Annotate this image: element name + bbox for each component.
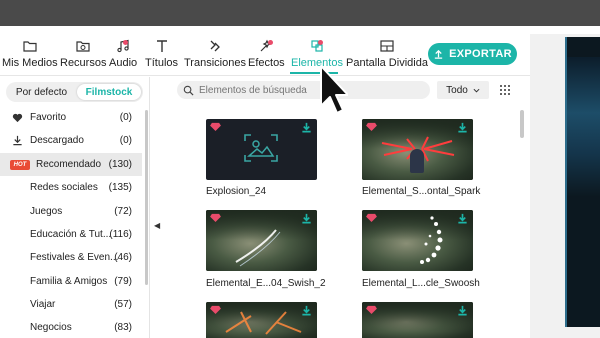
element-title: Explosion_24 xyxy=(206,186,267,197)
window-top-strip xyxy=(0,0,600,26)
download-icon[interactable] xyxy=(457,122,468,133)
grid-scrollbar[interactable] xyxy=(520,110,524,138)
tab-titulos[interactable]: Títulos xyxy=(145,38,178,69)
filter-dropdown[interactable]: Todo xyxy=(437,81,489,99)
new-indicator-dot xyxy=(318,40,323,45)
search-field[interactable] xyxy=(177,81,430,99)
category-recomendado[interactable]: HOT Recomendado (130) xyxy=(0,153,142,176)
video-preview xyxy=(565,37,600,327)
image-placeholder-icon xyxy=(244,134,278,162)
grid-view-icon[interactable] xyxy=(499,84,511,96)
download-icon[interactable] xyxy=(457,305,468,316)
upload-icon xyxy=(434,49,443,59)
mouse-pointer-icon xyxy=(320,65,348,114)
element-title: Elemental_S...ontal_Spark xyxy=(362,186,481,197)
export-button[interactable]: EXPORTAR xyxy=(428,43,517,65)
hot-badge-icon: HOT xyxy=(10,159,30,170)
tab-recursos[interactable]: Recursos xyxy=(60,38,106,69)
chevron-down-icon xyxy=(473,88,480,93)
category-sidebar: Por defecto Filmstock Favorito (0) Desca… xyxy=(0,77,150,338)
element-thumbnail[interactable] xyxy=(362,119,473,180)
category-negocios[interactable]: Negocios (83) xyxy=(0,316,142,338)
collapse-sidebar-icon[interactable]: ◀ xyxy=(154,221,160,230)
element-thumbnail[interactable] xyxy=(206,210,317,271)
category-descargado[interactable]: Descargado (0) xyxy=(0,129,142,152)
segment-filmstock[interactable]: Filmstock xyxy=(77,84,141,100)
tab-mis-medios[interactable]: Mis Medios xyxy=(2,38,58,69)
premium-diamond-icon xyxy=(210,122,221,131)
premium-diamond-icon xyxy=(366,213,377,222)
download-icon xyxy=(11,135,23,147)
segment-por-defecto[interactable]: Por defecto xyxy=(9,84,74,100)
search-icon xyxy=(183,85,194,96)
premium-diamond-icon xyxy=(366,305,377,314)
split-screen-icon xyxy=(380,40,394,52)
tab-efectos[interactable]: Efectos xyxy=(248,38,285,69)
category-familia[interactable]: Familia & Amigos (79) xyxy=(0,270,142,293)
element-thumbnail[interactable] xyxy=(206,302,317,338)
category-redes-sociales[interactable]: Redes sociales (135) xyxy=(0,176,142,199)
tab-audio[interactable]: Audio xyxy=(109,38,137,69)
heart-icon xyxy=(11,112,23,124)
source-segmented-control: Por defecto Filmstock xyxy=(6,82,143,102)
new-indicator-dot xyxy=(268,40,273,45)
element-thumbnail[interactable] xyxy=(206,119,317,180)
cloud-folder-icon xyxy=(76,41,90,52)
premium-diamond-icon xyxy=(366,122,377,131)
transition-icon xyxy=(210,40,220,52)
category-educacion[interactable]: Educación & Tut... (116) xyxy=(0,223,142,246)
element-thumbnail[interactable] xyxy=(362,210,473,271)
search-input[interactable] xyxy=(199,84,419,96)
element-title: Elemental_E...04_Swish_2 xyxy=(206,278,326,289)
download-icon[interactable] xyxy=(301,122,312,133)
element-title: Elemental_L...cle_Swoosh xyxy=(362,278,480,289)
premium-diamond-icon xyxy=(210,213,221,222)
category-viajar[interactable]: Viajar (57) xyxy=(0,293,142,316)
category-festivales[interactable]: Festivales & Even... (46) xyxy=(0,246,142,269)
premium-diamond-icon xyxy=(210,305,221,314)
sidebar-scrollbar[interactable] xyxy=(145,110,148,285)
download-icon[interactable] xyxy=(457,213,468,224)
new-indicator-dot xyxy=(123,40,128,45)
download-icon[interactable] xyxy=(301,305,312,316)
tab-pantalla-dividida[interactable]: Pantalla Dividida xyxy=(346,38,428,69)
folder-icon xyxy=(23,41,37,52)
category-favorito[interactable]: Favorito (0) xyxy=(0,106,142,129)
tab-transiciones[interactable]: Transiciones xyxy=(184,38,246,69)
text-icon xyxy=(156,40,167,52)
category-juegos[interactable]: Juegos (72) xyxy=(0,200,142,223)
elements-panel xyxy=(162,77,530,338)
download-icon[interactable] xyxy=(301,213,312,224)
element-thumbnail[interactable] xyxy=(362,302,473,338)
